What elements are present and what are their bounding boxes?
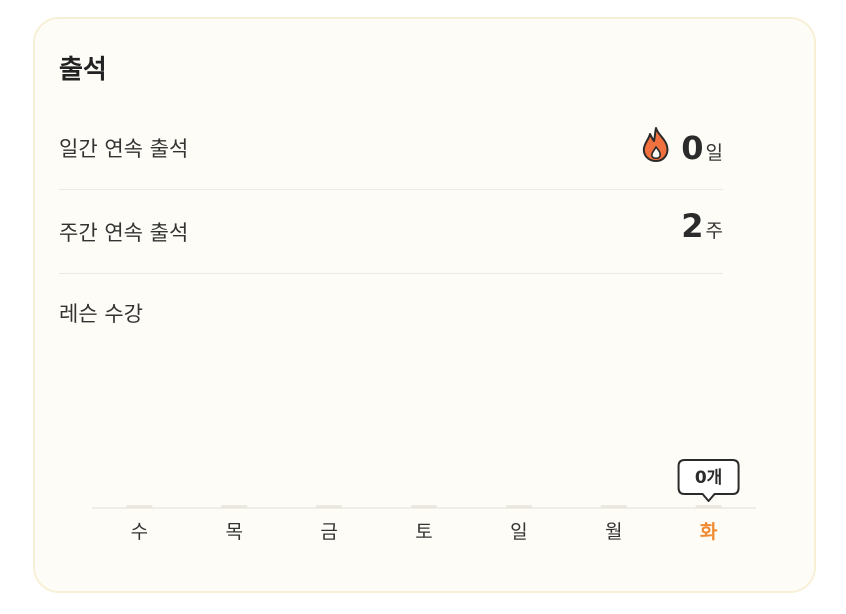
tooltip-text: 0개 <box>695 468 722 488</box>
day-label-6: 화 <box>700 521 718 543</box>
day-label-0: 수 <box>131 521 148 543</box>
day-label-4: 일 <box>510 521 527 543</box>
lesson-bar-chart: 수 목 금 토 일 월 화 0개 <box>92 459 756 543</box>
bar-tooltip: 0개 <box>677 459 740 502</box>
day-label-5: 월 <box>605 521 622 543</box>
day-label-1: 목 <box>226 521 243 543</box>
day-label-3: 토 <box>415 521 432 543</box>
day-label-2: 금 <box>320 521 337 543</box>
